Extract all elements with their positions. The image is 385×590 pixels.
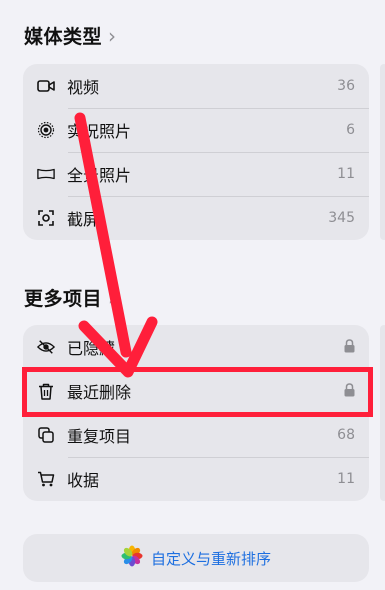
item-count: 68	[337, 427, 355, 443]
trash-icon	[37, 382, 55, 400]
list-item-receipts[interactable]: 收据 11	[23, 457, 369, 501]
list-item-duplicates[interactable]: 重复项目 68	[23, 413, 369, 457]
adjacent-card-edge	[380, 325, 385, 501]
item-label: 最近删除	[67, 383, 132, 402]
item-count: 11	[337, 471, 355, 487]
more-items-card: 已隐藏 最近删除 重复项目 68 收据 11	[23, 325, 369, 501]
item-label: 全景照片	[67, 166, 132, 185]
customize-reorder-button[interactable]: 自定义与重新排序	[23, 534, 369, 582]
media-types-title-text: 媒体类型	[24, 26, 103, 48]
panorama-icon	[37, 165, 55, 183]
chevron-right-icon: ›	[108, 285, 117, 310]
list-item-live-photos[interactable]: 实况照片 6	[23, 108, 369, 152]
item-label: 实况照片	[67, 122, 132, 141]
more-items-title-text: 更多项目	[24, 288, 103, 310]
item-label: 收据	[67, 471, 100, 490]
media-types-card: 视频 36 实况照片 6 全景照片 11 截屏 345	[23, 64, 369, 240]
adjacent-card-edge	[380, 64, 385, 240]
item-count: 345	[328, 210, 355, 226]
list-item-screenshots[interactable]: 截屏 345	[23, 196, 369, 240]
cart-icon	[37, 470, 55, 488]
chevron-right-icon: ›	[108, 23, 117, 48]
video-icon	[37, 77, 55, 95]
item-label: 重复项目	[67, 427, 132, 446]
lock-icon	[344, 338, 355, 357]
item-label: 视频	[67, 78, 100, 97]
photos-flower-icon	[121, 545, 143, 571]
customize-label: 自定义与重新排序	[150, 549, 271, 568]
item-count: 36	[337, 78, 355, 94]
list-item-recently-deleted[interactable]: 最近删除	[23, 369, 369, 413]
list-item-panoramas[interactable]: 全景照片 11	[23, 152, 369, 196]
lock-icon	[344, 382, 355, 401]
item-label: 已隐藏	[67, 339, 116, 358]
item-count: 11	[337, 166, 355, 182]
live-photo-icon	[37, 121, 55, 139]
list-item-hidden[interactable]: 已隐藏	[23, 325, 369, 369]
more-items-title[interactable]: 更多项目 ›	[24, 284, 117, 311]
hidden-eye-icon	[37, 338, 55, 356]
media-types-title[interactable]: 媒体类型 ›	[24, 22, 117, 49]
item-label: 截屏	[67, 210, 100, 229]
duplicate-icon	[37, 426, 55, 444]
screenshot-icon	[37, 209, 55, 227]
item-count: 6	[346, 122, 355, 138]
list-item-video[interactable]: 视频 36	[23, 64, 369, 108]
